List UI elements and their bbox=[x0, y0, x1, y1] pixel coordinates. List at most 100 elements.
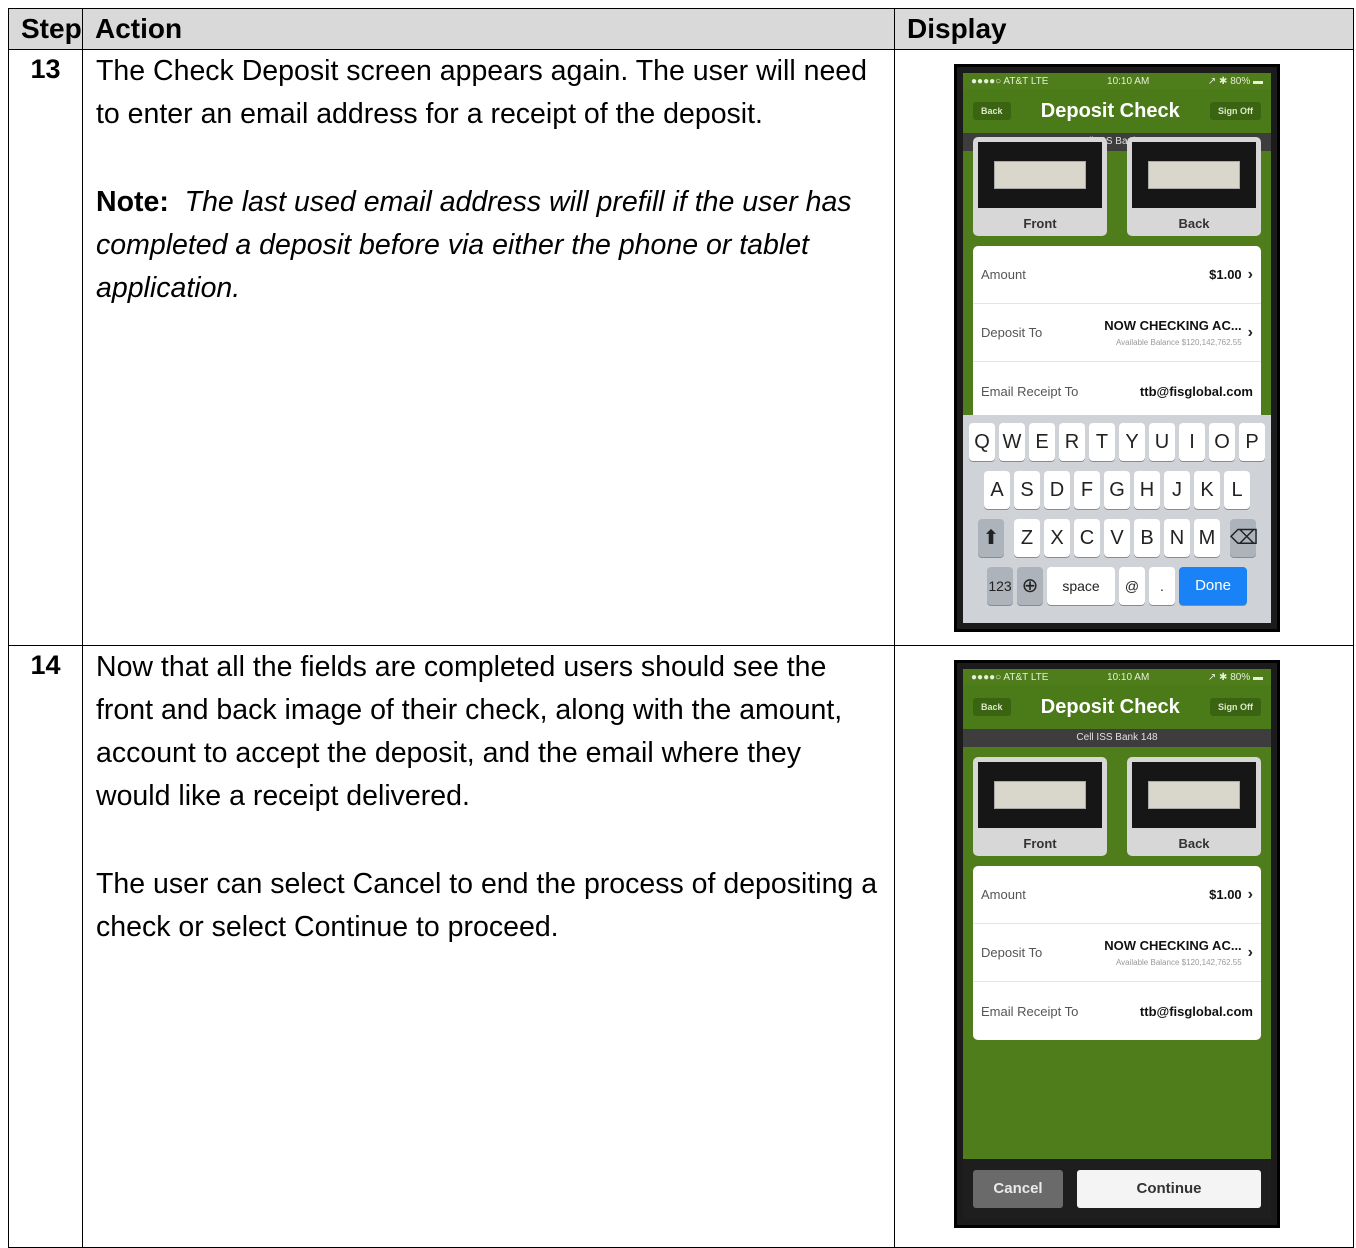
display-cell: ●●●●○ AT&T LTE 10:10 AM ↗ ✱ 80% ▬ Back D… bbox=[894, 645, 1354, 1248]
key-f[interactable]: F bbox=[1074, 471, 1100, 509]
step-number: 14 bbox=[8, 645, 83, 1248]
key-n[interactable]: N bbox=[1164, 519, 1190, 557]
front-image-card[interactable]: Front bbox=[973, 137, 1107, 236]
bank-bar: Cell ISS Bank 148 bbox=[963, 729, 1271, 747]
nav-title: Deposit Check bbox=[1040, 99, 1180, 122]
carrier-text: ●●●●○ AT&T LTE bbox=[971, 671, 1049, 683]
nav-bar: Back Deposit Check Sign Off bbox=[963, 89, 1271, 133]
deposit-to-row[interactable]: Deposit To NOW CHECKING AC... Available B… bbox=[973, 304, 1261, 362]
sign-off-button[interactable]: Sign Off bbox=[1209, 698, 1261, 716]
key-x[interactable]: X bbox=[1044, 519, 1070, 557]
check-front-image bbox=[978, 142, 1102, 208]
key-a[interactable]: A bbox=[984, 471, 1010, 509]
chevron-right-icon: › bbox=[1247, 265, 1253, 283]
numbers-key[interactable]: 123 bbox=[987, 567, 1013, 605]
note: Note: The last used email address will p… bbox=[96, 181, 882, 310]
key-e[interactable]: E bbox=[1029, 423, 1055, 461]
key-l[interactable]: L bbox=[1224, 471, 1250, 509]
done-key[interactable]: Done bbox=[1179, 567, 1247, 605]
key-t[interactable]: T bbox=[1089, 423, 1115, 461]
header-display: Display bbox=[894, 8, 1354, 50]
deposit-form: Amount $1.00 › Deposit To NOW CHECKING AC… bbox=[973, 246, 1261, 420]
key-o[interactable]: O bbox=[1209, 423, 1235, 461]
period-key[interactable]: . bbox=[1149, 567, 1175, 605]
check-images: Front Back bbox=[963, 747, 1271, 856]
deposit-to-row[interactable]: Deposit To NOW CHECKING AC... Available B… bbox=[973, 924, 1261, 982]
action-cell: The Check Deposit screen appears again. … bbox=[82, 49, 895, 646]
key-m[interactable]: M bbox=[1194, 519, 1220, 557]
key-d[interactable]: D bbox=[1044, 471, 1070, 509]
phone-screen: ●●●●○ AT&T LTE 10:10 AM ↗ ✱ 80% ▬ Back D… bbox=[963, 669, 1271, 1219]
deposit-form: Amount $1.00 › Deposit To NOW CHECKING AC… bbox=[973, 866, 1261, 1040]
carrier-text: ●●●●○ AT&T LTE bbox=[971, 75, 1049, 87]
key-k[interactable]: K bbox=[1194, 471, 1220, 509]
key-z[interactable]: Z bbox=[1014, 519, 1040, 557]
phone-screenshot: ●●●●○ AT&T LTE 10:10 AM ↗ ✱ 80% ▬ Back D… bbox=[954, 64, 1280, 632]
email-row[interactable]: Email Receipt To ttb@fisglobal.com bbox=[973, 982, 1261, 1040]
delete-key[interactable]: ⌫ bbox=[1230, 519, 1258, 557]
note-label: Note: bbox=[96, 186, 169, 218]
chevron-right-icon: › bbox=[1247, 943, 1253, 961]
key-g[interactable]: G bbox=[1104, 471, 1130, 509]
back-button[interactable]: Back bbox=[973, 102, 1011, 120]
key-c[interactable]: C bbox=[1074, 519, 1100, 557]
key-y[interactable]: Y bbox=[1119, 423, 1145, 461]
amount-label: Amount bbox=[981, 887, 1026, 902]
action-bar: Cancel Continue bbox=[963, 1159, 1271, 1219]
key-j[interactable]: J bbox=[1164, 471, 1190, 509]
amount-label: Amount bbox=[981, 267, 1026, 282]
at-key[interactable]: @ bbox=[1119, 567, 1145, 605]
time-text: 10:10 AM bbox=[1107, 75, 1150, 87]
note-text: The last used email address will prefill… bbox=[96, 186, 852, 304]
deposit-to-value: NOW CHECKING AC... bbox=[1104, 317, 1242, 333]
globe-icon[interactable]: ⊕ bbox=[1017, 567, 1043, 605]
key-b[interactable]: B bbox=[1134, 519, 1160, 557]
continue-button[interactable]: Continue bbox=[1077, 1170, 1261, 1208]
available-balance: Available Balance $120,142,762.55 bbox=[1115, 957, 1242, 967]
amount-row[interactable]: Amount $1.00 › bbox=[973, 246, 1261, 304]
phone-screenshot: ●●●●○ AT&T LTE 10:10 AM ↗ ✱ 80% ▬ Back D… bbox=[954, 660, 1280, 1228]
check-back-image bbox=[1132, 762, 1256, 828]
email-row[interactable]: Email Receipt To ttb@fisglobal.com bbox=[973, 362, 1261, 420]
back-label: Back bbox=[1178, 836, 1210, 851]
shift-key[interactable]: ⬆ bbox=[978, 519, 1004, 557]
email-field[interactable]: ttb@fisglobal.com bbox=[1140, 384, 1253, 399]
status-bar: ●●●●○ AT&T LTE 10:10 AM ↗ ✱ 80% ▬ bbox=[963, 73, 1271, 89]
cancel-button[interactable]: Cancel bbox=[973, 1170, 1063, 1208]
key-p[interactable]: P bbox=[1239, 423, 1265, 461]
step-number: 13 bbox=[8, 49, 83, 646]
check-front-image bbox=[978, 762, 1102, 828]
nav-title: Deposit Check bbox=[1040, 695, 1180, 718]
phone-screen: ●●●●○ AT&T LTE 10:10 AM ↗ ✱ 80% ▬ Back D… bbox=[963, 73, 1271, 623]
key-v[interactable]: V bbox=[1104, 519, 1130, 557]
front-image-card[interactable]: Front bbox=[973, 757, 1107, 856]
nav-bar: Back Deposit Check Sign Off bbox=[963, 685, 1271, 729]
back-button[interactable]: Back bbox=[973, 698, 1011, 716]
back-image-card[interactable]: Back bbox=[1127, 137, 1261, 236]
table-row: 14 Now that all the fields are completed… bbox=[8, 645, 1354, 1248]
back-image-card[interactable]: Back bbox=[1127, 757, 1261, 856]
key-w[interactable]: W bbox=[999, 423, 1025, 461]
sign-off-button[interactable]: Sign Off bbox=[1209, 102, 1261, 120]
key-i[interactable]: I bbox=[1179, 423, 1205, 461]
header-step: Step bbox=[8, 8, 83, 50]
front-label: Front bbox=[1023, 216, 1057, 231]
key-h[interactable]: H bbox=[1134, 471, 1160, 509]
battery-icon: ↗ ✱ 80% ▬ bbox=[1207, 671, 1263, 683]
email-label: Email Receipt To bbox=[981, 383, 1079, 399]
back-label: Back bbox=[1178, 216, 1210, 231]
header-action: Action bbox=[82, 8, 895, 50]
action-text: The Check Deposit screen appears again. … bbox=[96, 55, 867, 130]
key-u[interactable]: U bbox=[1149, 423, 1175, 461]
key-s[interactable]: S bbox=[1014, 471, 1040, 509]
email-field[interactable]: ttb@fisglobal.com bbox=[1140, 1004, 1253, 1019]
procedure-table: Step Action Display 13 The Check Deposit… bbox=[8, 8, 1354, 1248]
email-label: Email Receipt To bbox=[981, 1003, 1079, 1019]
display-cell: ●●●●○ AT&T LTE 10:10 AM ↗ ✱ 80% ▬ Back D… bbox=[894, 49, 1354, 646]
amount-value: $1.00 bbox=[1209, 886, 1242, 902]
space-key[interactable]: space bbox=[1047, 567, 1115, 605]
deposit-to-label: Deposit To bbox=[981, 325, 1043, 340]
key-q[interactable]: Q bbox=[969, 423, 995, 461]
amount-row[interactable]: Amount $1.00 › bbox=[973, 866, 1261, 924]
key-r[interactable]: R bbox=[1059, 423, 1085, 461]
